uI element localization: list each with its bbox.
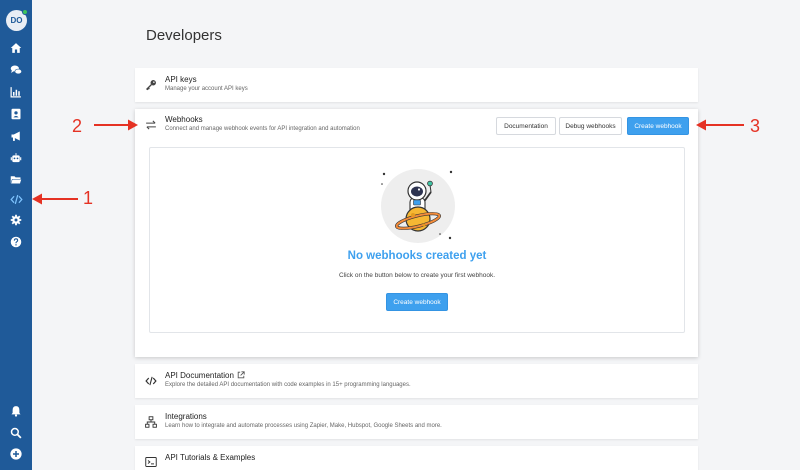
code-icon [144,374,158,388]
plus-circle-icon[interactable] [8,446,24,462]
avatar-initials: DO [10,16,23,25]
contacts-icon[interactable] [8,106,24,122]
chat-icon[interactable] [8,62,24,78]
webhooks-title: Webhooks [165,115,203,124]
webhooks-card: Webhooks Connect and manage webhook even… [135,109,698,357]
annotation-number-1: 1 [83,188,94,208]
bell-icon[interactable] [8,403,24,419]
bot-icon[interactable] [8,150,24,166]
gear-icon[interactable] [8,212,24,228]
integrations-title: Integrations [165,412,207,421]
sitemap-icon [144,415,158,429]
annotation-arrow-2 [94,119,138,131]
api-keys-card[interactable]: API keys Manage your account API keys [135,68,698,102]
empty-state-title: No webhooks created yet [347,250,487,262]
megaphone-icon[interactable] [8,128,24,144]
astronaut-planet-illustration [381,169,455,243]
terminal-icon [144,455,158,469]
integrations-description: Learn how to integrate and automate proc… [165,423,442,429]
folder-icon[interactable] [8,172,24,188]
api-keys-description: Manage your account API keys [165,86,248,92]
api-documentation-card[interactable]: API Documentation Explore the detailed A… [135,364,698,398]
documentation-button[interactable]: Documentation [496,117,556,135]
bar-chart-icon[interactable] [8,84,24,100]
api-tutorials-title: API Tutorials & Examples [165,453,256,462]
annotation-number-2: 2 [72,116,83,136]
home-icon[interactable] [8,40,24,56]
key-icon [144,78,158,92]
search-icon[interactable] [8,425,24,441]
online-status-dot [22,9,28,15]
api-documentation-title: API Documentation [165,371,245,380]
help-icon[interactable] [8,234,24,250]
create-webhook-button[interactable]: Create webhook [627,117,689,135]
code-icon[interactable] [8,191,24,207]
webhooks-description: Connect and manage webhook events for AP… [165,126,360,132]
empty-create-webhook-button[interactable]: Create webhook [386,293,448,311]
avatar[interactable]: DO [6,9,28,31]
external-link-icon [237,371,245,379]
empty-state-description: Click on the button below to create your… [338,272,496,279]
integrations-card[interactable]: Integrations Learn how to integrate and … [135,405,698,439]
api-keys-title: API keys [165,75,197,84]
webhooks-empty-state: No webhooks created yet Click on the but… [149,147,685,333]
debug-webhooks-button[interactable]: Debug webhooks [559,117,622,135]
api-documentation-title-text: API Documentation [165,371,234,380]
page-title: Developers [146,27,222,44]
annotation-arrow-1 [32,193,78,205]
swap-arrows-icon [144,118,158,132]
annotation-arrow-3 [696,119,744,131]
sidebar: DO [0,0,32,470]
api-tutorials-card[interactable]: API Tutorials & Examples [135,446,698,470]
api-documentation-description: Explore the detailed API documentation w… [165,382,411,388]
annotation-number-3: 3 [750,116,761,136]
